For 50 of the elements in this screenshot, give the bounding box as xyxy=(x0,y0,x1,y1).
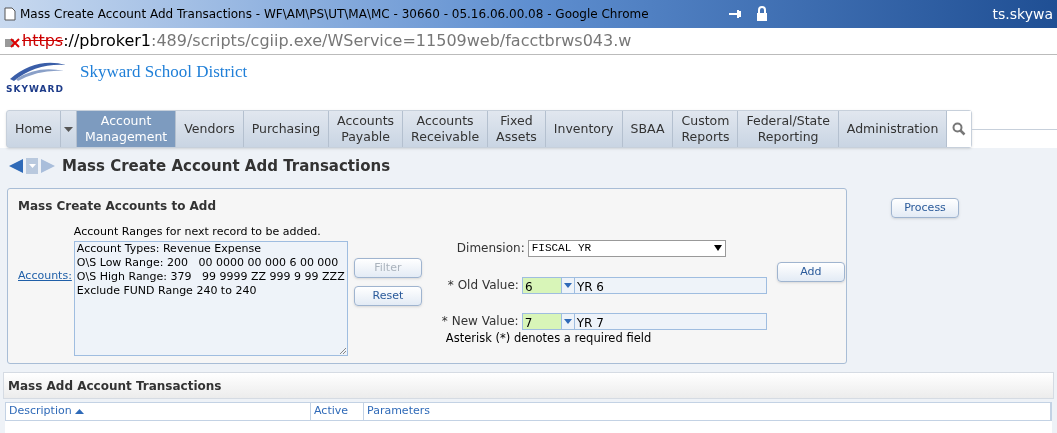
window-subtitle: ts.skywa xyxy=(992,4,1053,24)
nav-tab[interactable]: SBAA xyxy=(622,111,673,147)
nav-tab[interactable]: Vendors xyxy=(176,111,243,147)
range-line: Exclude FUND Range 240 to 240 xyxy=(76,283,258,298)
column-header[interactable]: Description xyxy=(6,403,311,420)
window-title: Mass Create Account Add Transactions - WF\AM\PS\UT\MA\MC - 30660 - 05.16.06.00.08 - Google Chrome xyxy=(20,6,650,23)
required-note: Asterisk (*) denotes a required field xyxy=(445,330,653,347)
back-arrow-icon[interactable] xyxy=(8,158,24,174)
page-title: Mass Create Account Add Transactions xyxy=(62,155,391,177)
grid-title: Mass Add Account Transactions xyxy=(8,377,222,395)
search-button[interactable] xyxy=(947,111,972,147)
column-header[interactable]: Active xyxy=(311,403,364,420)
nav-tab[interactable]: Home xyxy=(7,111,60,147)
lock-icon[interactable] xyxy=(754,6,769,22)
url-text: https://pbroker1:489/scripts/cgiip.exe/WService=11509web/facctbrws043.w xyxy=(22,30,632,52)
address-bar[interactable]: https://pbroker1:489/scripts/cgiip.exe/WService=11509web/facctbrws043.w xyxy=(0,28,1057,55)
pin-icon[interactable] xyxy=(726,7,743,21)
range-line: O\S Low Range: 200 00 0000 00 000 6 00 000 xyxy=(76,255,340,270)
nav-tab[interactable]: Accounts Payable xyxy=(329,111,403,147)
dimension-label: Dimension: xyxy=(456,240,525,257)
range-line: O\S High Range: 379 99 9999 ZZ 999 9 99 ZZZ xyxy=(76,269,345,284)
accounts-link[interactable]: Accounts: xyxy=(18,268,72,285)
home-menu-button[interactable] xyxy=(59,111,76,147)
column-header[interactable]: Parameters xyxy=(364,403,1051,420)
nav-tab[interactable]: Administration xyxy=(838,111,947,147)
district-name: Skyward School District xyxy=(80,61,248,83)
nav-tab[interactable]: Fixed Assets xyxy=(488,111,545,147)
value-label: * New Value: xyxy=(441,313,519,330)
value-label: * Old Value: xyxy=(447,277,519,294)
range-line: Account Types: Revenue Expense xyxy=(76,241,263,256)
ranges-textarea[interactable]: Account Types: Revenue Expense O\S Low Range: 200 00 0000 00 000 6 00 000 O\S High Range: 379 99 9999 ZZ 999 9 99 ZZZ Exclude FUND Range 240 to 240 xyxy=(73,240,348,356)
panel-title: Mass Create Accounts to Add xyxy=(18,198,218,215)
nav-tab[interactable]: Inventory xyxy=(545,111,622,147)
nav-tab[interactable]: Accounts Receivable xyxy=(403,111,488,147)
resize-grip-icon xyxy=(338,346,346,354)
search-icon xyxy=(952,122,967,136)
sort-ascending-icon xyxy=(74,409,84,414)
page-icon xyxy=(4,7,16,21)
ranges-caption: Account Ranges for next record to be added. xyxy=(73,224,322,240)
process-button[interactable]: Process xyxy=(891,198,959,219)
logo-text: SKYWARD xyxy=(6,83,64,95)
caret-icon xyxy=(28,164,36,168)
nav-tab[interactable]: Federal/State Reporting xyxy=(738,111,838,147)
dimension-select[interactable]: FISCAL YR xyxy=(527,239,726,257)
caret-icon xyxy=(63,126,73,132)
nav-tab[interactable]: Custom Reports xyxy=(673,111,738,147)
reset-button[interactable]: Reset xyxy=(353,286,422,306)
add-button[interactable]: Add xyxy=(776,262,845,283)
nav-tab[interactable]: Purchasing xyxy=(243,111,329,147)
dropdown-arrow-icon xyxy=(713,245,722,251)
